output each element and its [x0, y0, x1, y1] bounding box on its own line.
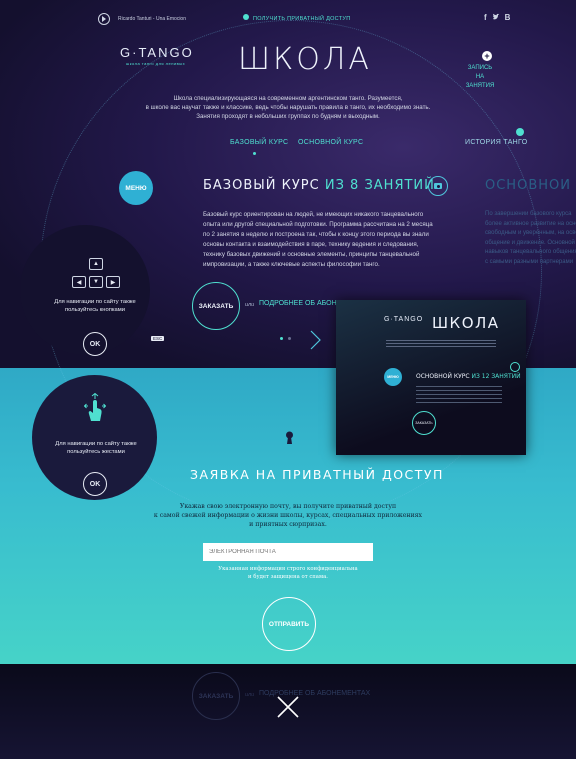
close-icon[interactable] [276, 695, 300, 724]
preview-signup-icon [510, 362, 520, 372]
history-dot [516, 128, 524, 136]
vk-icon[interactable]: B [505, 13, 511, 23]
signup-plus-icon[interactable]: + [482, 51, 492, 61]
twitter-icon[interactable] [492, 13, 500, 23]
intro-text: Школа специализирующаяся на современном … [145, 95, 431, 120]
facebook-icon[interactable]: f [484, 13, 487, 23]
keyboard-ok-button[interactable]: OK [83, 332, 107, 356]
email-input[interactable] [203, 543, 373, 561]
now-playing[interactable]: Ricardo Tanturi - Una Emocion [118, 16, 186, 22]
signup-link[interactable]: ЗАПИСЬ НА ЗАНЯТИЯ [462, 64, 498, 91]
arrow-up-key-icon[interactable]: ▲ [89, 258, 103, 270]
course-description: Базовый курс ориентирован на людей, не и… [203, 211, 433, 268]
next-course-title: ОСНОВНОЙ УРОВЕНЬ [485, 178, 576, 193]
or-label: или [245, 302, 255, 308]
keyboard-hint: Для навигации по сайту также пользуйтесь… [54, 299, 136, 313]
tab-main[interactable]: ОСНОВНОЙ КУРС [298, 139, 363, 146]
pagination-dot[interactable] [288, 337, 291, 340]
hand-gesture-icon [83, 392, 107, 430]
keyhole-icon [285, 431, 294, 450]
arrow-right-key-icon[interactable]: ▶ [106, 276, 120, 288]
camera-icon[interactable] [428, 176, 448, 196]
preview-menu-button: МЕНЮ [384, 368, 402, 386]
tab-history[interactable]: ИСТОРИЯ ТАНГО [465, 139, 527, 146]
gesture-ok-button[interactable]: OK [83, 472, 107, 496]
gesture-hint: Для навигации по сайту также пользуйтесь… [55, 441, 137, 455]
request-title: ЗАЯВКА НА ПРИВАТНЫЙ ДОСТУП [190, 467, 444, 482]
footer-or-label: или [245, 692, 255, 698]
privacy-note: Указанная информация строго конфиденциал… [218, 566, 358, 580]
arrow-down-key-icon[interactable]: ▼ [89, 276, 103, 288]
preview-intro [386, 340, 496, 350]
order-button[interactable]: ЗАКАЗАТЬ [192, 282, 240, 330]
logo[interactable]: G·TANGO [120, 45, 194, 60]
preview-course-text [416, 386, 502, 403]
logo-tagline: школа танго для ленивых [126, 61, 186, 66]
next-arrow-icon[interactable] [309, 330, 321, 355]
preview-title: ШКОЛА [432, 314, 500, 332]
preview-order-button: ЗАКАЗАТЬ [412, 411, 436, 435]
next-page-preview[interactable]: G·TANGO ШКОЛА МЕНЮ ОСНОВНОЙ КУРС ИЗ 12 З… [336, 300, 526, 455]
tab-active-indicator [253, 152, 256, 155]
social-links: f B [484, 13, 510, 23]
course-title: БАЗОВЫЙ КУРС ИЗ 8 ЗАНЯТИЙ [203, 178, 435, 193]
slide-pagination [280, 337, 291, 340]
key-icon [243, 14, 249, 23]
esc-key-icon[interactable]: ESC [151, 336, 165, 341]
footer-order-button[interactable]: ЗАКАЗАТЬ [192, 672, 240, 720]
preview-logo: G·TANGO [384, 316, 424, 323]
arrow-left-key-icon[interactable]: ◀ [72, 276, 86, 288]
private-access-link[interactable]: ПОЛУЧИТЬ ПРИВАТНЫЙ ДОСТУП [253, 16, 350, 22]
menu-button[interactable]: МЕНЮ [119, 171, 153, 205]
preview-course-title: ОСНОВНОЙ КУРС ИЗ 12 ЗАНЯТИЙ [416, 373, 521, 380]
play-icon[interactable] [98, 13, 110, 25]
pagination-dot[interactable] [280, 337, 283, 340]
page-title: ШКОЛА [238, 42, 372, 77]
tab-basic[interactable]: БАЗОВЫЙ КУРС [230, 139, 288, 146]
send-button[interactable]: ОТПРАВИТЬ [262, 597, 316, 651]
next-course-text: По завершении базового курса более актив… [485, 211, 576, 265]
request-text: Укажав свою электронную почту, вы получи… [153, 503, 423, 528]
